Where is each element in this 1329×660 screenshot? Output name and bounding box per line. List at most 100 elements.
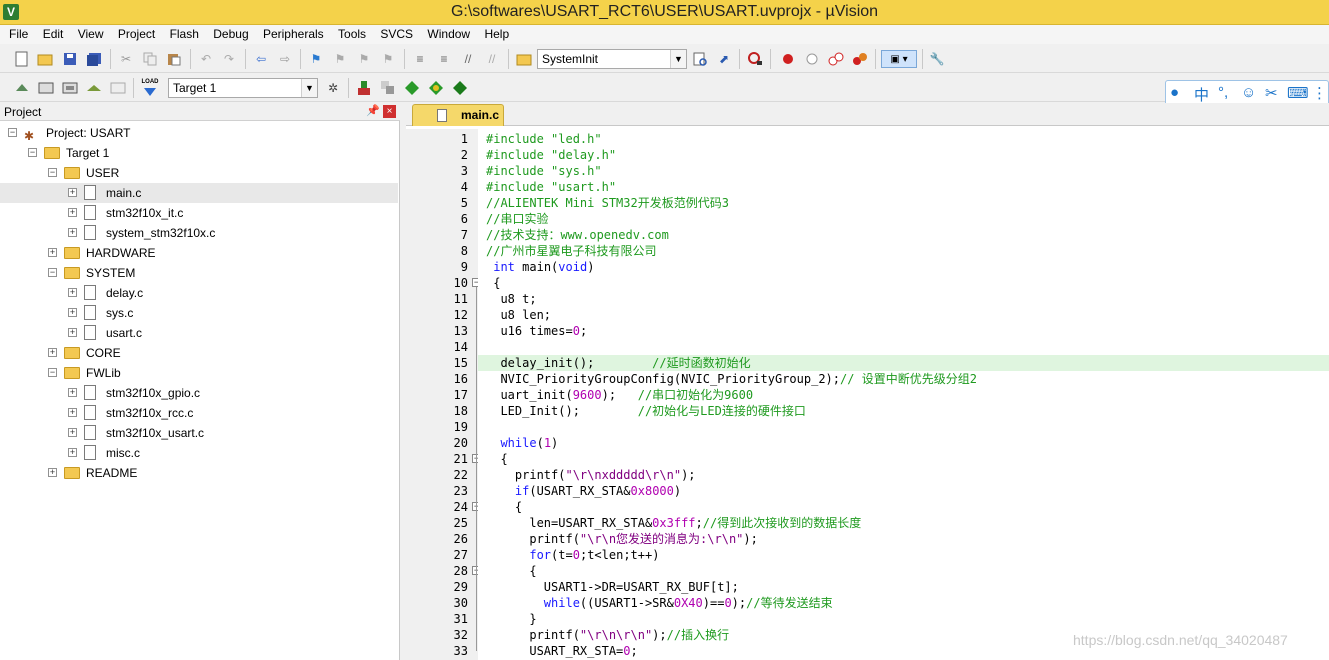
menu-edit[interactable]: Edit — [34, 25, 64, 41]
tree-item[interactable]: +stm32f10x_usart.c — [0, 423, 398, 443]
indent-icon[interactable]: ≡ — [411, 50, 429, 68]
new-file-icon[interactable] — [13, 50, 31, 68]
paste-icon[interactable] — [165, 50, 183, 68]
manage-rte-icon[interactable] — [403, 79, 421, 97]
save-icon[interactable] — [61, 50, 79, 68]
menu-window[interactable]: Window — [418, 25, 470, 41]
bookmark-icon[interactable]: ⚑ — [307, 50, 325, 68]
tab-main-c[interactable]: main.c — [412, 104, 504, 126]
clear-bookmarks-icon[interactable]: ⚑ — [379, 50, 397, 68]
expand-icon[interactable]: + — [68, 288, 77, 297]
manage-project-items-icon[interactable] — [355, 79, 373, 97]
expand-icon[interactable]: + — [48, 348, 57, 357]
uncomment-icon[interactable]: // — [483, 50, 501, 68]
stop-build-icon[interactable] — [109, 79, 127, 97]
expand-icon[interactable]: + — [68, 448, 77, 457]
menu-file[interactable]: File — [0, 25, 28, 41]
target-combo[interactable]: Target 1 ▼ — [168, 78, 318, 98]
function-combo[interactable]: SystemInit ▼ — [537, 49, 687, 69]
expand-icon[interactable]: + — [68, 428, 77, 437]
collapse-icon[interactable]: − — [48, 168, 57, 177]
menu-help[interactable]: Help — [475, 25, 509, 41]
tree-item[interactable]: +stm32f10x_gpio.c — [0, 383, 398, 403]
menu-peripherals[interactable]: Peripherals — [254, 25, 324, 41]
nav-back-icon[interactable]: ⇦ — [252, 50, 270, 68]
kill-all-breakpoints-icon[interactable] — [851, 50, 869, 68]
tree-item[interactable]: +stm32f10x_rcc.c — [0, 403, 398, 423]
collapse-icon[interactable]: − — [48, 268, 57, 277]
nav-forward-icon[interactable]: ⇨ — [276, 50, 294, 68]
tree-item[interactable]: +system_stm32f10x.c — [0, 223, 398, 243]
tree-item[interactable]: +delay.c — [0, 283, 398, 303]
tree-item[interactable]: +main.c — [0, 183, 398, 203]
build-icon[interactable] — [37, 79, 55, 97]
rebuild-icon[interactable] — [61, 79, 79, 97]
expand-icon[interactable]: + — [48, 248, 57, 257]
save-all-icon[interactable] — [85, 50, 103, 68]
pin-icon[interactable]: 📌 — [366, 104, 380, 117]
code-area[interactable]: #include "led.h"#include "delay.h"#inclu… — [478, 129, 1329, 660]
menu-svcs[interactable]: SVCS — [371, 25, 413, 41]
tree-item[interactable]: −✱Project: USART — [0, 123, 398, 143]
expand-icon[interactable]: + — [68, 188, 77, 197]
batch-build-icon[interactable] — [85, 79, 103, 97]
next-bookmark-icon[interactable]: ⚑ — [355, 50, 373, 68]
translate-icon[interactable] — [13, 79, 31, 97]
configure-icon[interactable]: 🔧 — [928, 50, 946, 68]
collapse-icon[interactable]: − — [28, 148, 37, 157]
menu-view[interactable]: View — [69, 25, 104, 41]
menu-project[interactable]: Project — [109, 25, 155, 41]
ime-punctuation-icon[interactable]: °, — [1218, 84, 1228, 101]
tree-item[interactable]: +misc.c — [0, 443, 398, 463]
breakpoint-icon[interactable] — [779, 50, 797, 68]
tree-item[interactable]: +HARDWARE — [0, 243, 398, 263]
target-options-icon[interactable]: ✲ — [324, 79, 342, 97]
incremental-find-icon[interactable]: ⬈ — [715, 50, 733, 68]
chevron-down-icon[interactable]: ▼ — [301, 79, 317, 97]
expand-icon[interactable]: + — [68, 388, 77, 397]
download-button[interactable]: LOAD — [140, 79, 160, 97]
tree-item[interactable]: −Target 1 — [0, 143, 398, 163]
find-in-files-icon[interactable] — [515, 50, 533, 68]
ime-logo-icon[interactable]: ● — [1170, 84, 1179, 101]
open-folder-icon[interactable] — [36, 50, 54, 68]
tree-item[interactable]: −SYSTEM — [0, 263, 398, 283]
tree-item[interactable]: +README — [0, 463, 398, 483]
close-icon[interactable]: × — [383, 105, 396, 118]
chevron-down-icon[interactable]: ▼ — [670, 50, 686, 68]
unindent-icon[interactable]: ≡ — [435, 50, 453, 68]
redo-icon[interactable]: ↷ — [220, 50, 238, 68]
tree-item[interactable]: −USER — [0, 163, 398, 183]
expand-icon[interactable]: + — [68, 308, 77, 317]
expand-icon[interactable]: + — [68, 408, 77, 417]
debug-session-icon[interactable] — [746, 50, 764, 68]
window-layout-dropdown[interactable]: ▣ ▾ — [881, 50, 917, 68]
cut-icon[interactable]: ✂ — [117, 50, 135, 68]
copy-icon[interactable] — [141, 50, 159, 68]
ime-mode[interactable]: 中 — [1194, 84, 1209, 105]
tree-item[interactable]: +CORE — [0, 343, 398, 363]
find-icon[interactable] — [691, 50, 709, 68]
ime-tools-icon[interactable]: ✂ — [1265, 84, 1278, 102]
ime-keyboard-icon[interactable]: ⌨ — [1287, 84, 1309, 102]
collapse-icon[interactable]: − — [48, 368, 57, 377]
expand-icon[interactable]: + — [68, 208, 77, 217]
expand-icon[interactable]: + — [68, 228, 77, 237]
rte-icon[interactable] — [451, 79, 469, 97]
tree-item[interactable]: +sys.c — [0, 303, 398, 323]
disable-all-breakpoints-icon[interactable] — [827, 50, 845, 68]
menu-debug[interactable]: Debug — [204, 25, 248, 41]
tree-item[interactable]: +stm32f10x_it.c — [0, 203, 398, 223]
pack-installer-icon[interactable] — [427, 79, 445, 97]
expand-icon[interactable]: + — [68, 328, 77, 337]
expand-icon[interactable]: + — [48, 468, 57, 477]
select-packs-icon[interactable] — [379, 79, 397, 97]
collapse-icon[interactable]: − — [8, 128, 17, 137]
tree-item[interactable]: −FWLib — [0, 363, 398, 383]
disable-breakpoint-icon[interactable] — [803, 50, 821, 68]
menu-tools[interactable]: Tools — [329, 25, 366, 41]
comment-icon[interactable]: // — [459, 50, 477, 68]
undo-icon[interactable]: ↶ — [197, 50, 215, 68]
menu-flash[interactable]: Flash — [161, 25, 199, 41]
prev-bookmark-icon[interactable]: ⚑ — [331, 50, 349, 68]
